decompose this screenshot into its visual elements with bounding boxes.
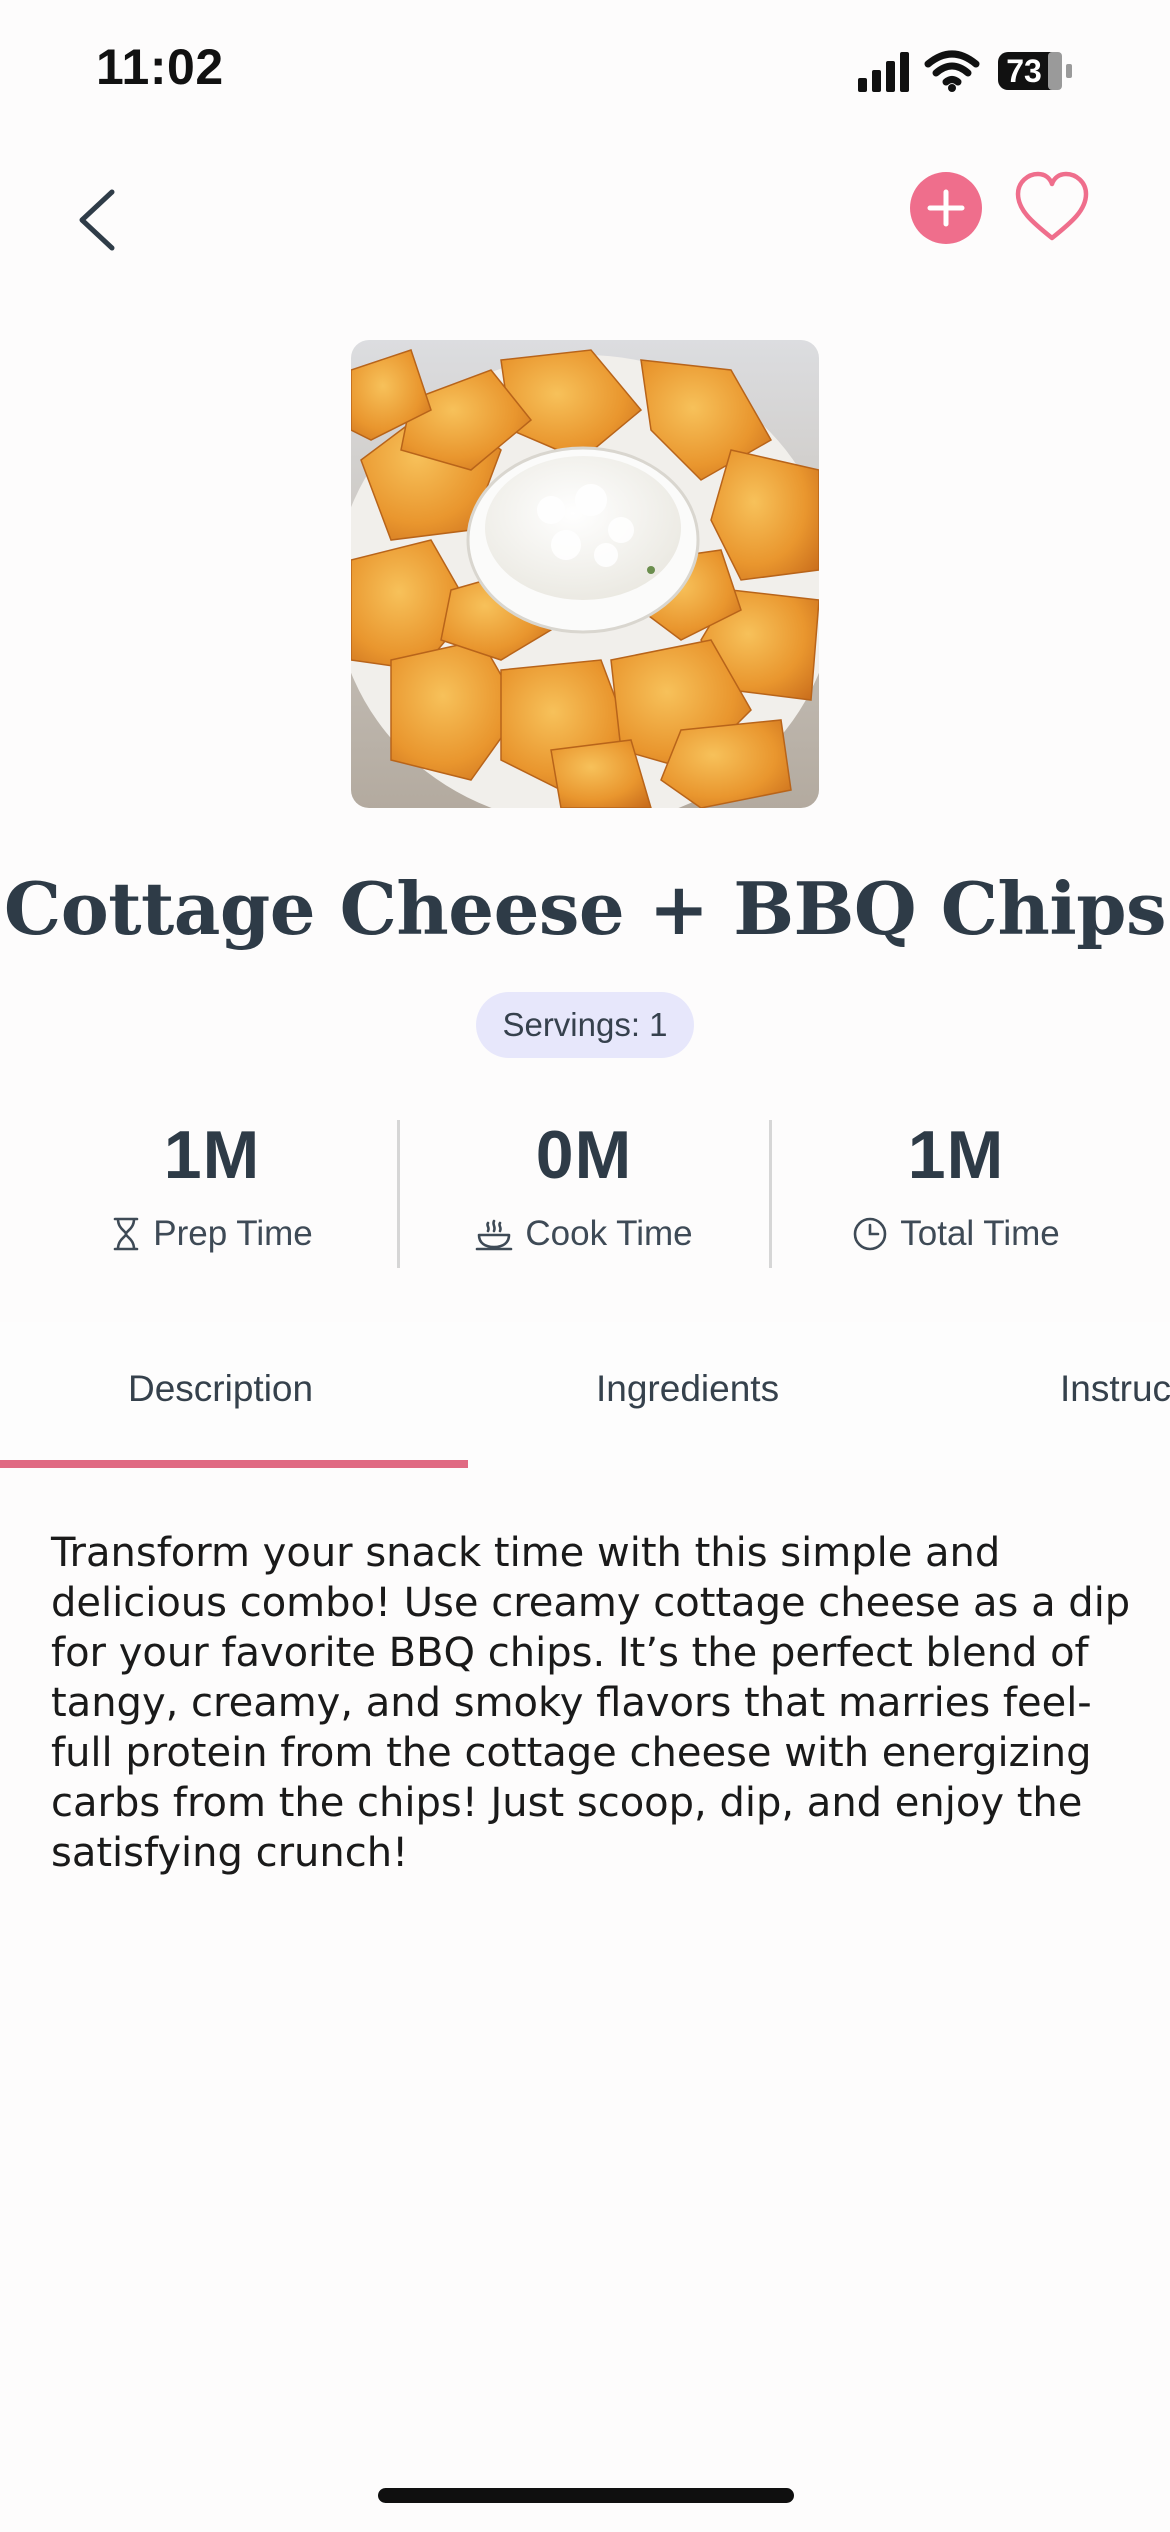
heart-outline-icon [1015, 171, 1089, 241]
time-stats: 1M Prep Time 0M Cook Time 1M Total Time [0, 1110, 1170, 1270]
favorite-button[interactable] [1012, 170, 1092, 246]
battery-level: 73 [1006, 53, 1042, 89]
active-tab-indicator [0, 1460, 468, 1468]
total-time-value: 1M [907, 1117, 1005, 1193]
prep-time-label: Prep Time [153, 1214, 313, 1253]
back-button[interactable] [68, 180, 128, 260]
cellular-signal-icon [858, 52, 909, 92]
prep-time-stat: 1M Prep Time [26, 1110, 398, 1254]
status-time: 11:02 [96, 39, 224, 95]
recipe-image [351, 340, 819, 808]
total-time-stat: 1M Total Time [770, 1110, 1142, 1254]
cook-time-value: 0M [535, 1117, 633, 1193]
servings-badge: Servings: 1 [476, 992, 694, 1058]
tab-instructions[interactable]: Instructions [1060, 1368, 1170, 1410]
status-bar: 11:02 73 [0, 0, 1170, 150]
cooking-pot-icon [476, 1219, 513, 1251]
battery-icon: 73 [998, 52, 1072, 90]
recipe-title: Cottage Cheese + BBQ Chips [3, 866, 1167, 951]
stat-divider [769, 1120, 772, 1268]
total-time-label: Total Time [900, 1214, 1060, 1253]
cook-time-label: Cook Time [525, 1214, 693, 1253]
clock-icon [853, 1217, 887, 1251]
cook-time-stat: 0M Cook Time [398, 1110, 770, 1254]
tab-bar: Description Ingredients Instructions [0, 1322, 1170, 1470]
wifi-icon [924, 50, 980, 92]
add-to-plan-button[interactable] [910, 172, 982, 244]
chevron-left-icon [79, 189, 115, 251]
hourglass-icon [113, 1217, 139, 1251]
tab-ingredients[interactable]: Ingredients [596, 1368, 779, 1410]
home-indicator[interactable] [378, 2488, 794, 2503]
plus-icon [927, 189, 965, 227]
recipe-description: Transform your snack time with this simp… [51, 1530, 1131, 1876]
tab-description[interactable]: Description [128, 1368, 313, 1410]
stat-divider [397, 1120, 400, 1268]
status-icons: 73 [858, 50, 1072, 92]
prep-time-value: 1M [163, 1117, 261, 1193]
